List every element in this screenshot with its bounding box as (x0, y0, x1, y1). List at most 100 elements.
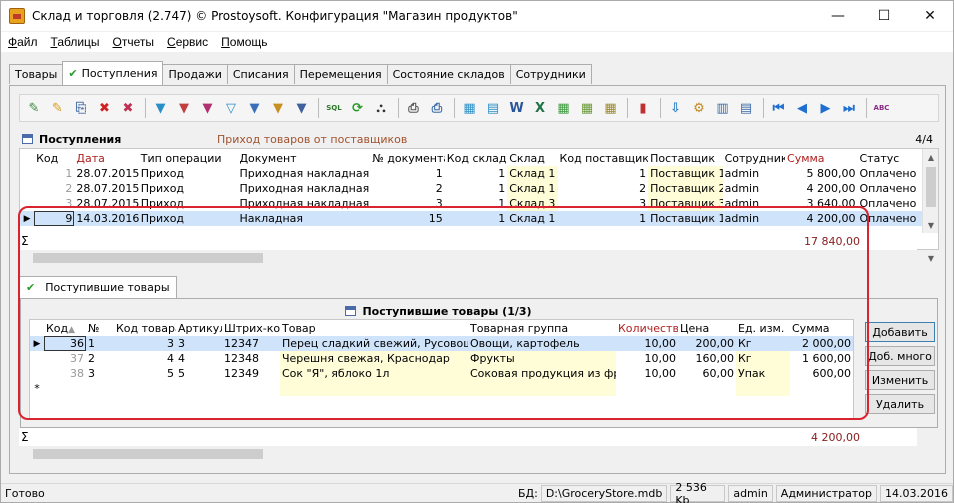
cell-unit[interactable]: Кг (736, 351, 790, 366)
receipts-vscroll[interactable]: ▲ ▼ (922, 149, 938, 233)
cell-wh[interactable]: Склад 1 (507, 166, 558, 181)
cell-n[interactable] (86, 381, 114, 396)
cell-n[interactable]: 3 (86, 366, 114, 381)
cell-num[interactable]: 3 (370, 196, 444, 211)
cell-qty[interactable]: 10,00 (616, 336, 678, 351)
col-header[interactable]: Код▲ (44, 321, 86, 336)
col-header[interactable]: № документа (370, 151, 445, 166)
spellcheck-icon[interactable]: ABC (872, 98, 892, 118)
table-row[interactable]: 3 28.07.2015 Приход Приходная накладная 3 1 Ск… (20, 196, 922, 211)
menu-file[interactable]: Файл (1, 35, 44, 49)
table-row[interactable]: 37 2 4 4 12348 Черешня свежая, Краснодар Фрукт… (30, 351, 853, 366)
refresh-icon[interactable]: ⟳ (348, 98, 368, 118)
cell-type[interactable]: Приход (138, 211, 238, 226)
cell-status[interactable]: Оплачено (857, 196, 922, 211)
cell-status[interactable]: Оплачено (857, 211, 922, 226)
cell-code[interactable]: 36 (44, 336, 86, 351)
table-row[interactable]: 38 3 5 5 12349 Сок "Я", яблоко 1л Соковая прод… (30, 366, 853, 381)
close-button[interactable]: ✕ (907, 1, 953, 31)
cell-qty[interactable] (616, 381, 678, 396)
cell-date[interactable]: 14.03.2016 (74, 211, 139, 226)
items-hscroll[interactable] (19, 446, 939, 462)
cell-status[interactable]: Оплачено (857, 181, 922, 196)
cell-sum[interactable]: 2 000,00 (790, 336, 853, 351)
cell-pcode[interactable]: 3 (114, 336, 176, 351)
cell-wh_code[interactable]: 1 (445, 196, 507, 211)
cell-barcode[interactable] (222, 381, 280, 396)
scroll-thumb[interactable] (33, 449, 263, 459)
cell-sup[interactable]: Поставщик 1 (648, 211, 723, 226)
prev-record-icon[interactable]: ◀ (792, 98, 812, 118)
find-next-icon[interactable]: ▼ (292, 98, 312, 118)
cell-code[interactable]: 2 (34, 181, 74, 196)
menu-reports[interactable]: Отчеты (106, 35, 161, 49)
tab-writeoffs[interactable]: Списания (226, 64, 295, 84)
tab-stock-state[interactable]: Состояние складов (386, 64, 511, 84)
delete-record-icon[interactable]: ✖ (95, 98, 115, 118)
receipts-hscroll[interactable]: ▼ (19, 250, 939, 266)
col-header[interactable]: Товар (280, 321, 468, 336)
col-header[interactable]: Ед. изм. (736, 321, 790, 336)
cell-date[interactable]: 28.07.2015 (74, 181, 138, 196)
cell-pcode[interactable]: 5 (114, 366, 176, 381)
settings-icon[interactable]: ⚙ (689, 98, 709, 118)
delete-button[interactable]: Удалить (865, 394, 935, 414)
table-row[interactable]: ▶ 36 1 3 3 12347 Перец сладкий свежий, Русовощ… (30, 336, 853, 351)
col-header[interactable]: Дата (74, 151, 139, 166)
cell-product[interactable]: Черешня свежая, Краснодар (280, 351, 468, 366)
minimize-button[interactable]: — (815, 1, 861, 31)
col-header[interactable]: Товарная группа (468, 321, 616, 336)
add-many-button[interactable]: Доб. много (865, 346, 935, 366)
tab-receipts[interactable]: ✔ Поступления (62, 61, 164, 85)
col-header[interactable]: Документ (237, 151, 371, 166)
cell-date[interactable]: 28.07.2015 (74, 166, 138, 181)
print-icon[interactable]: ⎙ (404, 98, 424, 118)
cell-qty[interactable]: 10,00 (616, 351, 678, 366)
cell-sum[interactable]: 600,00 (790, 366, 853, 381)
cell-unit[interactable] (736, 381, 790, 396)
cell-date[interactable]: 28.07.2015 (74, 196, 138, 211)
next-record-icon[interactable]: ▶ (816, 98, 836, 118)
menu-service[interactable]: Сервис (160, 35, 214, 49)
cell-art[interactable]: 4 (176, 351, 222, 366)
export-txt-icon[interactable]: ▦ (577, 98, 597, 118)
cell-barcode[interactable]: 12348 (222, 351, 280, 366)
sql-icon[interactable]: SQL (324, 98, 344, 118)
filter-remove-icon[interactable]: ▼ (198, 98, 218, 118)
filter-apply-icon[interactable]: ▼ (245, 98, 265, 118)
export-xml-icon[interactable]: ▦ (601, 98, 621, 118)
col-header[interactable]: Код (34, 151, 75, 166)
cell-qty[interactable]: 10,00 (616, 366, 678, 381)
cell-product[interactable]: Сок "Я", яблоко 1л (280, 366, 468, 381)
scroll-thumb[interactable] (926, 167, 936, 207)
cell-wh_code[interactable]: 1 (444, 211, 508, 226)
col-header[interactable]: Статус (857, 151, 922, 166)
table-row[interactable]: 1 28.07.2015 Приход Приходная накладная 1 1 Ск… (20, 166, 922, 181)
scroll-down-icon[interactable]: ▼ (923, 250, 939, 266)
cell-doc[interactable]: Накладная (237, 211, 371, 226)
col-header[interactable]: Код склада (444, 151, 508, 166)
title-bar[interactable]: Склад и торговля (2.747) © Prostoysoft. … (1, 1, 953, 31)
cell-group[interactable]: Овощи, картофель (468, 336, 616, 351)
cell-n[interactable]: 2 (86, 351, 114, 366)
cell-doc[interactable]: Приходная накладная (237, 166, 370, 181)
items-grid[interactable]: Код▲ № Код товара Артикул Штрих-код Това… (29, 319, 854, 419)
delete-all-icon[interactable]: ✖ (118, 98, 138, 118)
cell-code[interactable] (44, 381, 86, 396)
print-preview-icon[interactable]: ⎙ (427, 98, 447, 118)
layout-icon[interactable]: ▤ (736, 98, 756, 118)
cell-num[interactable]: 2 (370, 181, 444, 196)
col-header[interactable]: Сумма (785, 151, 858, 166)
excel-icon[interactable]: X (530, 98, 550, 118)
cell-type[interactable]: Приход (139, 166, 238, 181)
col-header[interactable]: Количество (616, 321, 678, 336)
scroll-up-icon[interactable]: ▲ (923, 149, 939, 165)
cell-product[interactable] (280, 381, 468, 396)
cell-art[interactable]: 5 (176, 366, 222, 381)
cell-status[interactable]: Оплачено (857, 166, 922, 181)
cell-type[interactable]: Приход (139, 196, 238, 211)
cell-price[interactable]: 60,00 (678, 366, 736, 381)
first-record-icon[interactable]: ⏮ (769, 98, 789, 118)
cell-barcode[interactable]: 12349 (222, 366, 280, 381)
edit-button[interactable]: Изменить (865, 370, 935, 390)
